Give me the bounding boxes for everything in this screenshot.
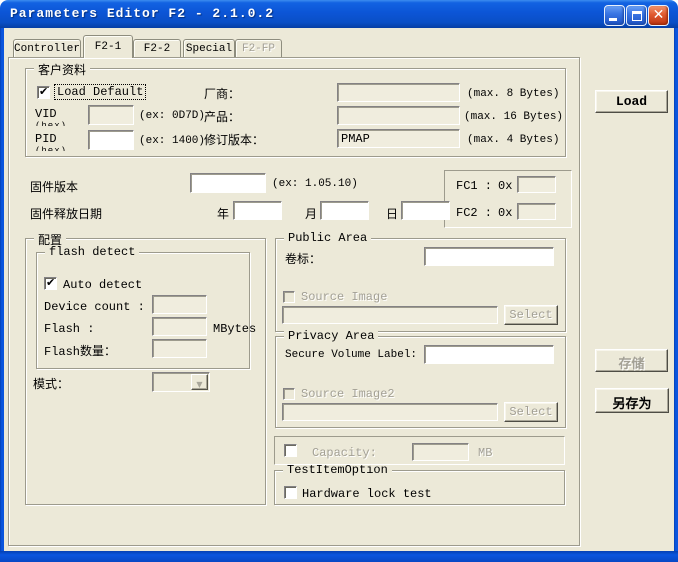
fc2-label: FC2 : [456,206,492,220]
mode-label: 模式： [33,375,69,392]
firmware-version-label: 固件版本 [30,178,78,195]
firmware-date-label: 固件释放日期 [30,205,102,222]
check-icon: ✔ [46,276,55,289]
check-icon: ✔ [39,85,48,98]
product-label: 产品： [204,108,240,125]
window-border-right [674,28,678,557]
capacity-unit-label: MB [478,446,492,460]
device-count-label: Device count : [44,300,145,314]
customer-info-group-title: 客户资料 [34,61,90,78]
secure-volume-input[interactable] [424,345,554,364]
load-button[interactable]: Load [595,90,668,113]
source-image-label: Source Image [301,290,387,304]
tab-special[interactable]: Special [183,39,235,57]
firmware-version-hint: (ex: 1.05.10) [272,178,358,190]
volume-label: 卷标： [285,250,321,267]
revision-label: 修订版本： [204,131,264,148]
save-as-button[interactable]: 另存为 [595,388,669,413]
privacy-area-group-title: Privacy Area [284,329,378,343]
vendor-input [337,83,460,102]
product-hint: (max. 16 Bytes) [464,111,563,123]
fc1-prefix: 0x [498,179,512,193]
source-image2-select-button: Select [504,402,558,422]
fc2-prefix: 0x [498,206,512,220]
volume-input[interactable] [424,247,554,266]
mode-combobox: ▼ [152,372,210,392]
parameters-editor-window: Parameters Editor F2 - 2.1.0.2 ✕ Control… [0,0,678,562]
chevron-down-icon: ▼ [196,380,202,389]
combo-dropdown-button: ▼ [191,374,208,390]
source-image2-checkbox [283,388,295,400]
load-default-checkbox[interactable]: ✔ [37,86,50,99]
pid-input[interactable] [88,130,134,150]
fc2-input [517,203,556,220]
day-label: 日 [386,205,398,222]
vid-label: VID [35,107,57,121]
capacity-input [412,443,469,461]
title-bar[interactable]: Parameters Editor F2 - 2.1.0.2 ✕ [0,0,678,28]
vendor-label: 厂商： [204,85,240,102]
close-icon: ✕ [649,7,668,23]
source-image-checkbox [283,291,295,303]
month-label: 月 [305,205,317,222]
vid-hint: (ex: 0D7D) [139,110,205,122]
flash-label: Flash : [44,322,94,336]
source-image-path-input [282,306,498,324]
pid-hint: (ex: 1400) [139,135,205,147]
product-input [337,106,460,125]
flash-input [152,317,207,336]
tab-f2-fp: F2-FP [235,39,282,57]
source-image-select-button: Select [504,305,558,325]
minimize-icon [609,18,617,21]
public-area-group-title: Public Area [284,231,371,245]
window-border-bottom [0,551,678,562]
firmware-version-input[interactable] [190,173,266,193]
hardware-lock-label: Hardware lock test [302,487,432,501]
revision-hint: (max. 4 Bytes) [467,134,559,146]
flash-unit-label: MBytes [213,322,256,336]
tab-controller[interactable]: Controller [13,39,81,57]
hardware-lock-checkbox[interactable] [284,486,297,499]
maximize-button[interactable] [626,5,647,26]
month-input[interactable] [320,201,369,220]
pid-label: PID [35,132,57,146]
pid-sublabel: (hex) [35,146,67,151]
year-label: 年 [217,205,229,222]
vid-sublabel: (hex) [35,121,67,126]
auto-detect-label: Auto detect [63,278,142,292]
tab-f2-2[interactable]: F2-2 [133,39,181,57]
window-title: Parameters Editor F2 - 2.1.0.2 [10,6,274,21]
fc1-label: FC1 : [456,179,492,193]
revision-input [337,129,460,148]
capacity-label: Capacity: [312,446,377,460]
vendor-hint: (max. 8 Bytes) [467,88,559,100]
source-image2-path-input [282,403,498,421]
secure-volume-label: Secure Volume Label: [285,349,417,361]
day-input[interactable] [401,201,450,220]
capacity-checkbox[interactable] [284,444,297,457]
test-item-group-title: TestItemOption [283,463,392,477]
device-count-input [152,295,207,314]
year-input[interactable] [233,201,282,220]
close-button[interactable]: ✕ [648,5,669,26]
flash-detect-group-title: flash detect [45,245,139,259]
auto-detect-checkbox[interactable]: ✔ [44,277,57,290]
maximize-icon [632,11,642,21]
load-default-label[interactable]: Load Default [55,85,145,99]
save-button: 存储 [595,349,668,372]
minimize-button[interactable] [604,5,625,26]
flash-qty-input [152,339,207,358]
flash-qty-label: Flash数量： [44,342,116,359]
tab-f2-1[interactable]: F2-1 [83,35,133,58]
vid-input [88,105,134,125]
source-image2-label: Source Image2 [301,387,395,401]
fc1-input [517,176,556,193]
